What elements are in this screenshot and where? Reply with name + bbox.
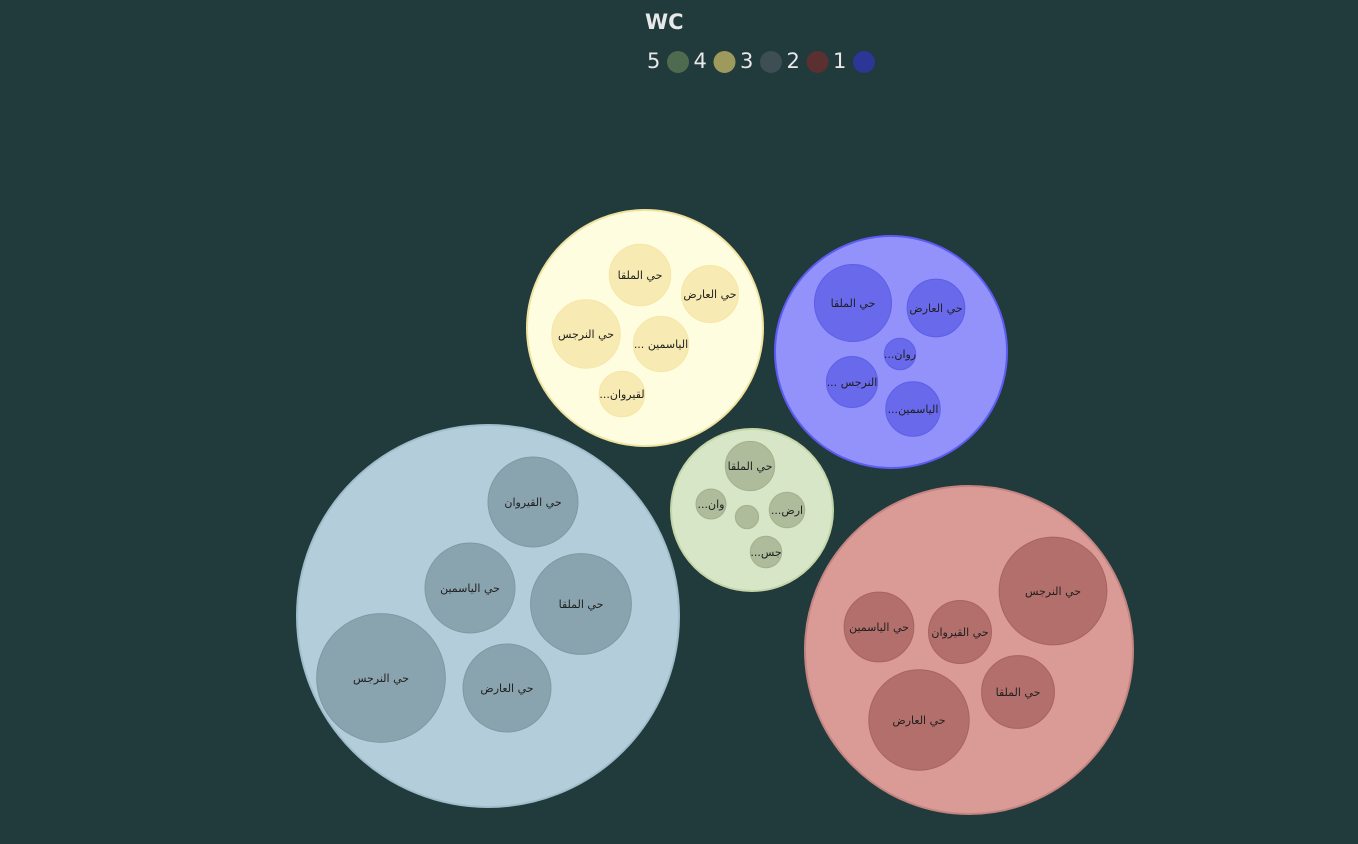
group-wc-4: حي الملقا حي العارض حي النرجس ... الياسمين.… <box>526 209 764 447</box>
group-wc-5: حي الملقا ...وان ...ارض ...جس <box>670 428 834 592</box>
group-wc-2: حي النرجس حي الياسمين حي القيروان حي الملقا… <box>804 485 1134 815</box>
legend: WC 5 4 3 2 1 <box>645 10 875 73</box>
leaf-label: حي القيروان <box>504 496 561 509</box>
leaf-label: ...لقيروان <box>599 388 644 401</box>
leaf-label: ...روان <box>884 348 916 361</box>
legend-label-4: 4 <box>694 49 707 73</box>
legend-swatch-4 <box>713 51 736 73</box>
leaf-label: ...جس <box>750 546 781 559</box>
legend-label-1: 1 <box>833 49 846 73</box>
legend-label-5: 5 <box>647 49 660 73</box>
legend-label-2: 2 <box>787 49 800 73</box>
leaf-label: حي الملقا <box>728 460 773 473</box>
legend-swatch-1 <box>853 51 875 73</box>
leaf-label: حي النرجس <box>558 328 614 341</box>
legend-title: WC <box>645 10 684 34</box>
packed-bubble-chart: WC 5 4 3 2 1 حي الملقا حي العارض حي النرجس ... … <box>296 10 1134 815</box>
leaf-label: حي الملقا <box>559 598 604 611</box>
leaf-label: حي القيروان <box>931 626 988 639</box>
group-wc-3: حي القيروان حي الياسمين حي الملقا حي النرجس… <box>296 424 680 808</box>
leaf-label: حي النرجس <box>353 672 409 685</box>
leaf-label: حي الملقا <box>618 269 663 282</box>
leaf-label: حي الياسمين <box>849 621 909 634</box>
legend-swatch-2 <box>806 51 829 73</box>
leaf-label: حي العارض <box>892 714 945 727</box>
leaf-label: حي النرجس <box>1025 585 1081 598</box>
leaf-label: ...ارض <box>771 504 803 517</box>
leaf-label: حي العارض <box>683 288 736 301</box>
leaf-label: ... النرجس <box>827 376 878 389</box>
leaf-label: ...وان <box>698 498 725 511</box>
leaf-label: حي العارض <box>480 682 533 695</box>
bubbles: حي الملقا حي العارض حي النرجس ... الياسمين.… <box>296 209 1134 815</box>
leaf-bubble[interactable] <box>734 504 760 530</box>
leaf-label: ... الياسمين <box>634 338 688 351</box>
leaf-label: حي الملقا <box>996 686 1041 699</box>
legend-swatch-3 <box>760 51 782 73</box>
legend-label-3: 3 <box>740 49 753 73</box>
legend-swatch-5 <box>667 51 689 73</box>
leaf-label: ...الياسمين <box>888 403 939 416</box>
leaf-label: حي الملقا <box>831 297 876 310</box>
group-wc-1: حي الملقا حي العارض ...روان ... النرجس ...ال… <box>774 235 1008 469</box>
leaf-label: حي الياسمين <box>440 582 500 595</box>
leaf-label: حي العارض <box>909 302 962 315</box>
